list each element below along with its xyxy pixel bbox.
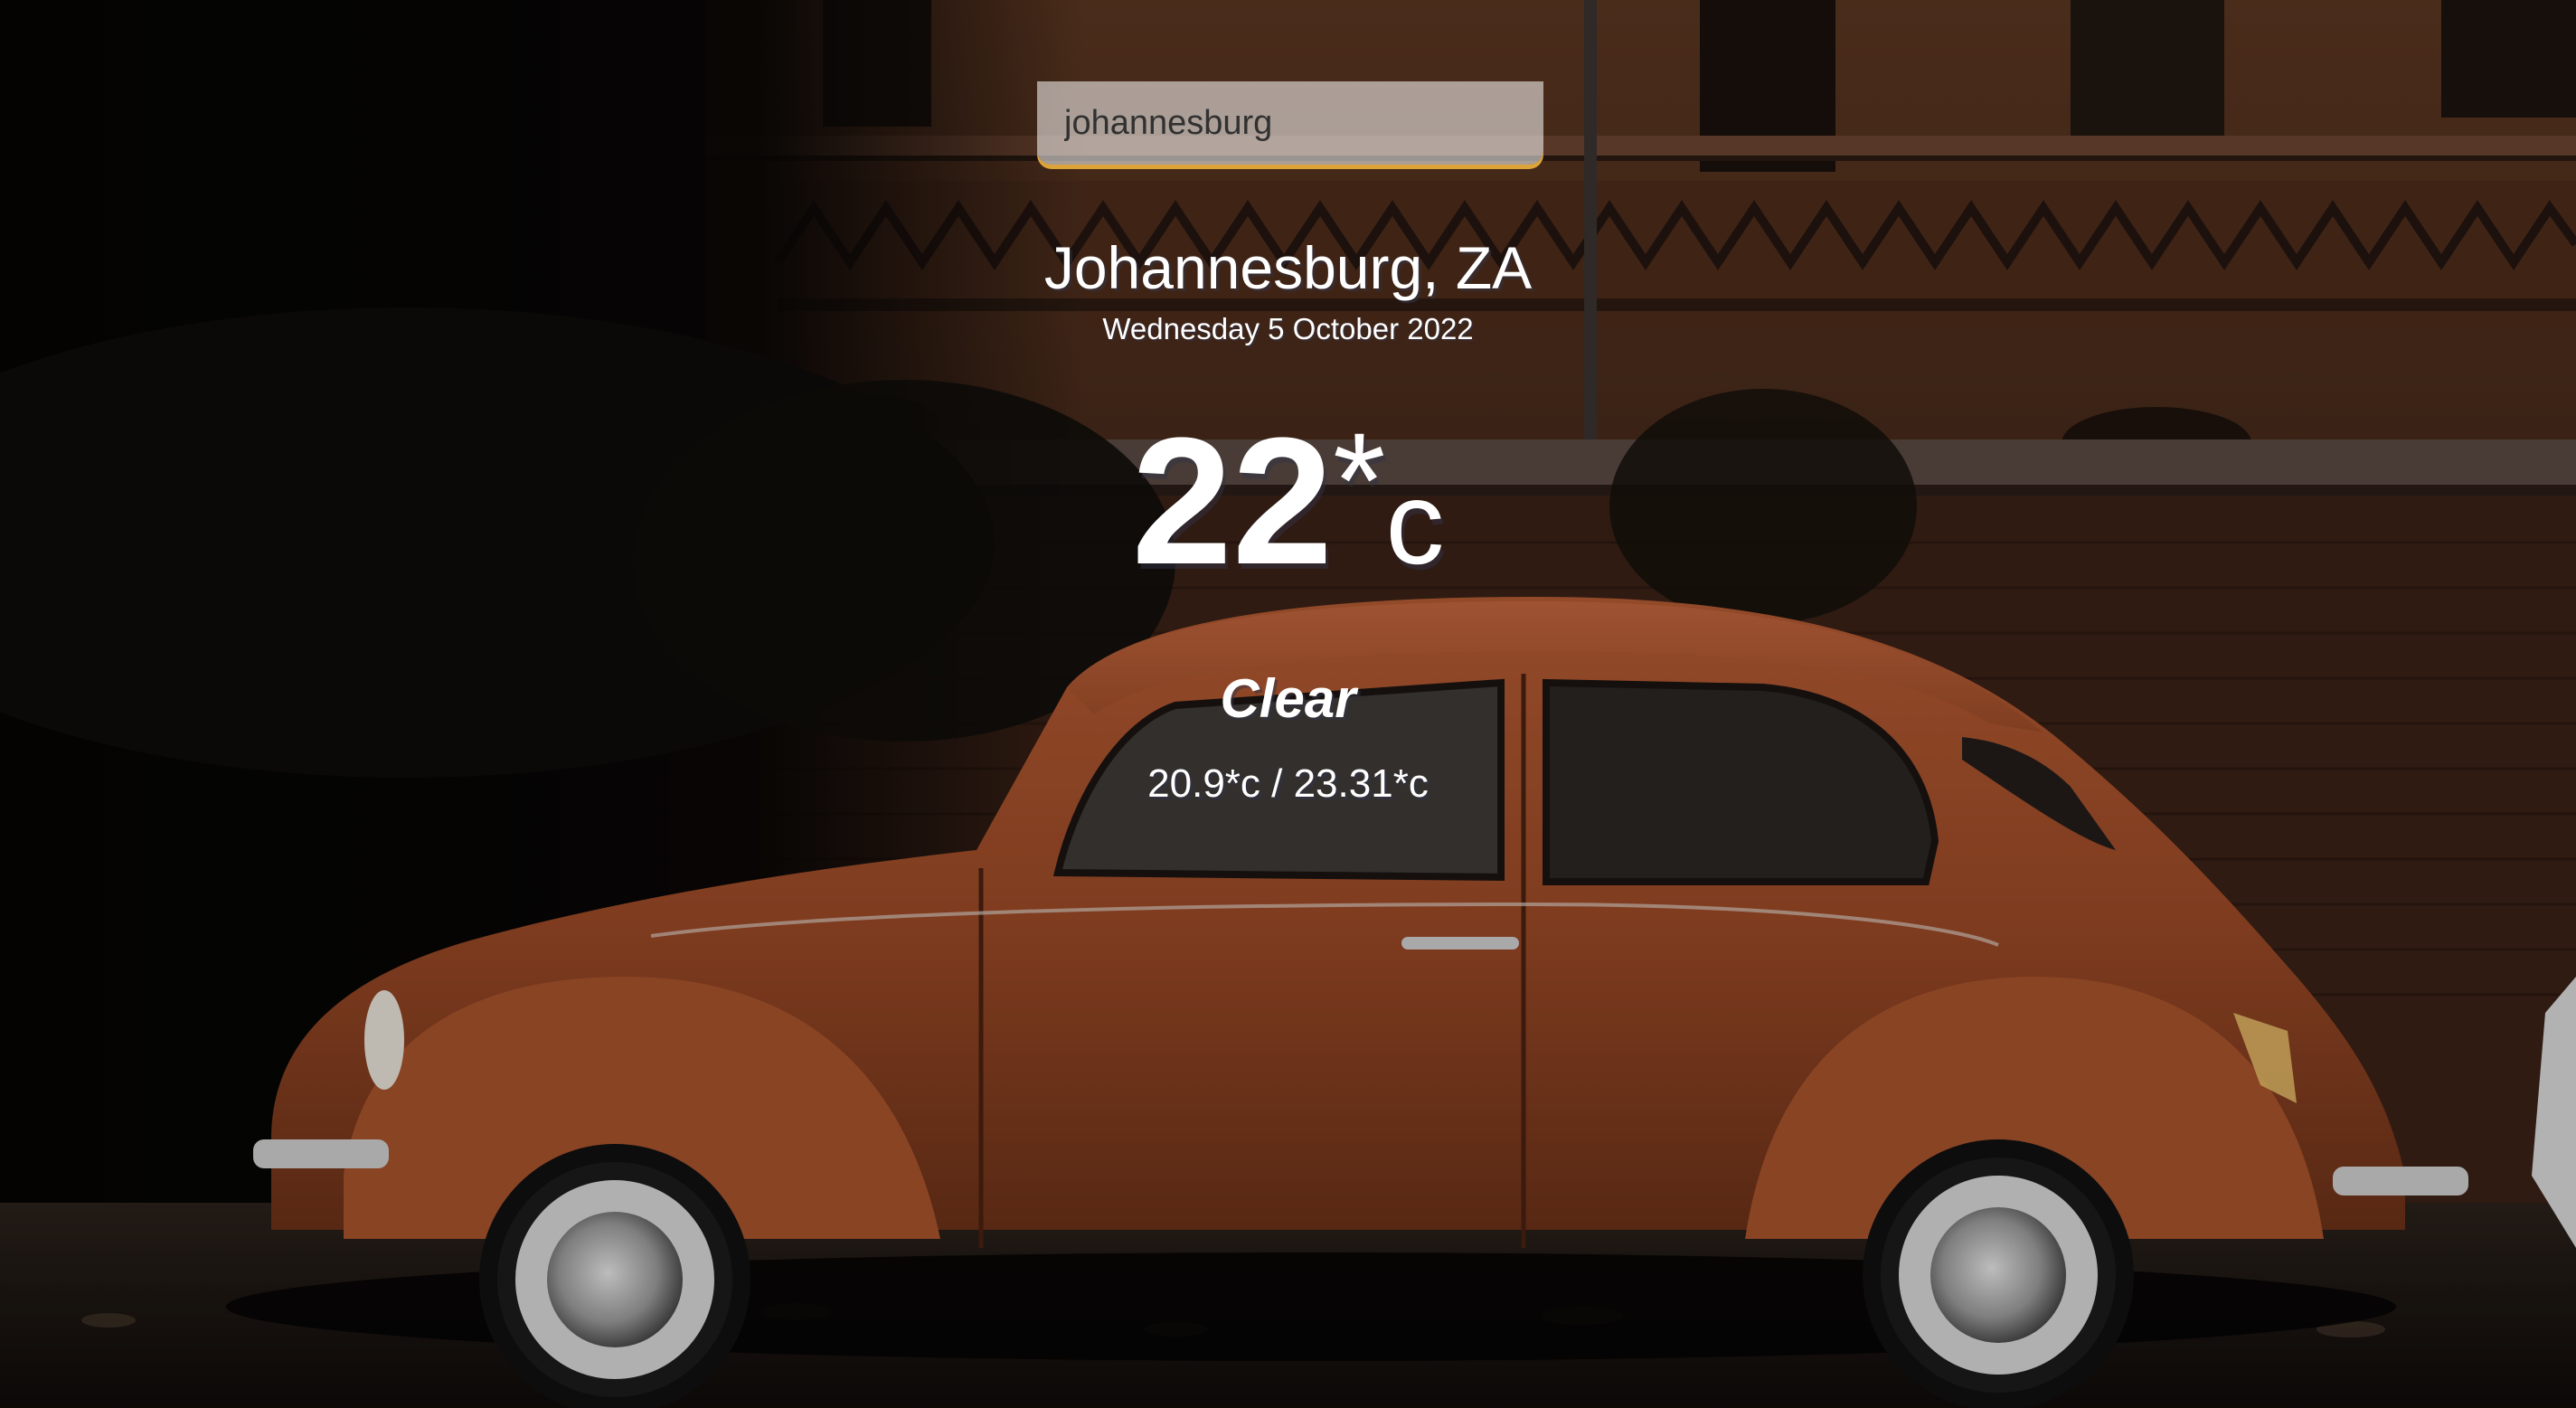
current-date: Wednesday 5 October 2022 bbox=[1102, 312, 1474, 345]
temperature-degree-symbol: * bbox=[1333, 404, 1386, 556]
temperature-low-high: 20.9*c / 23.31*c bbox=[1147, 761, 1429, 806]
temperature-display: 22*c bbox=[0, 411, 2576, 592]
search-input[interactable] bbox=[1037, 81, 1543, 165]
temperature-unit: c bbox=[1385, 457, 1445, 589]
weather-condition: Clear bbox=[1220, 668, 1356, 729]
temperature-value: 22 bbox=[1131, 401, 1334, 602]
location-name: Johannesburg, ZA bbox=[1043, 234, 1533, 301]
weather-app-screen: Johannesburg, ZA Wednesday 5 October 202… bbox=[0, 0, 2576, 1408]
weather-app: Johannesburg, ZA Wednesday 5 October 202… bbox=[0, 0, 2576, 1408]
